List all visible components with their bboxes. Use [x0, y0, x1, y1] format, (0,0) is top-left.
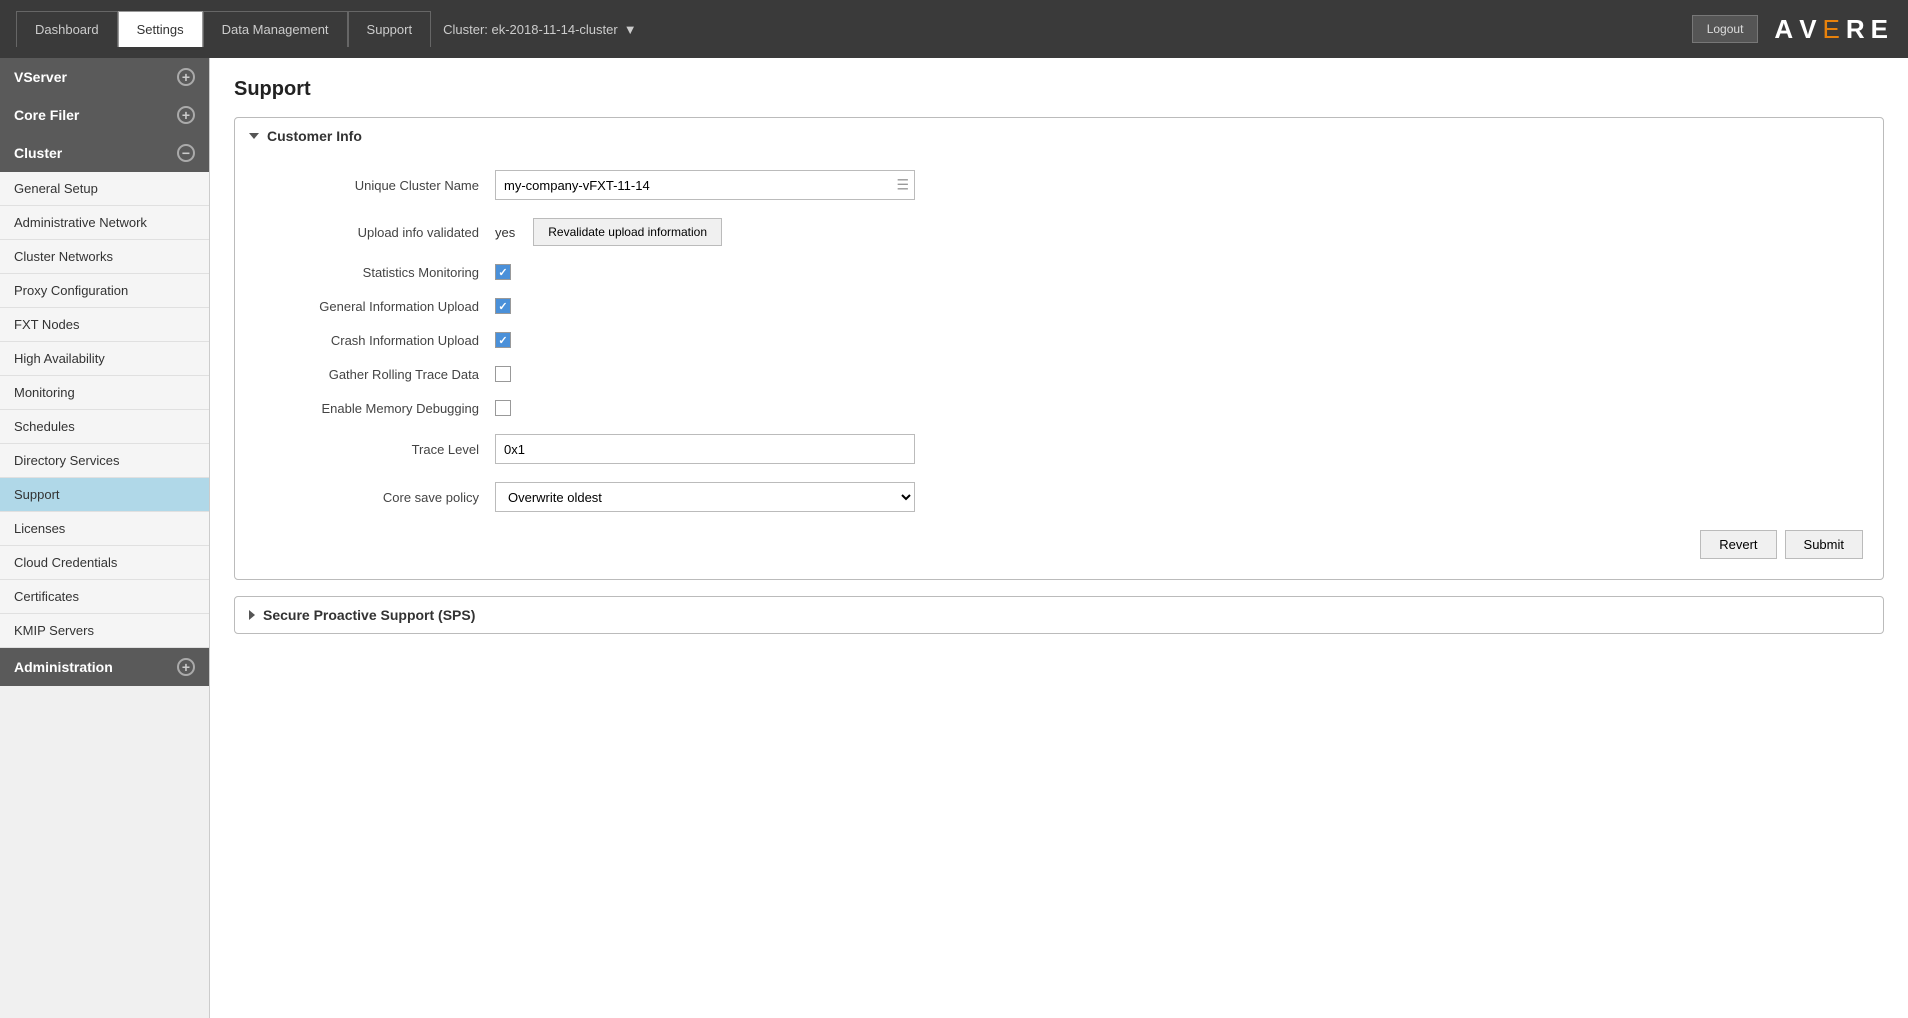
gather-rolling-trace-control: [495, 366, 511, 382]
sidebar-item-high-availability[interactable]: High Availability: [0, 342, 209, 376]
core-filer-label: Core Filer: [14, 107, 79, 123]
administration-label: Administration: [14, 659, 113, 675]
sidebar: VServer + Core Filer + Cluster − General…: [0, 58, 210, 1018]
tab-support[interactable]: Support: [348, 11, 432, 47]
list-icon: ☰: [896, 177, 909, 194]
topbar-right: Logout AVERE: [1692, 14, 1892, 45]
enable-memory-debug-row: Enable Memory Debugging: [255, 400, 1863, 416]
customer-info-body: Unique Cluster Name ☰ Upload info valida…: [235, 154, 1883, 579]
sidebar-section-core-filer[interactable]: Core Filer +: [0, 96, 209, 134]
sps-header[interactable]: Secure Proactive Support (SPS): [235, 597, 1883, 633]
customer-info-triangle: [249, 133, 259, 139]
core-save-policy-select[interactable]: Overwrite oldest Keep newest Never overw…: [495, 482, 915, 512]
tab-settings[interactable]: Settings: [118, 11, 203, 47]
sidebar-item-fxt-nodes[interactable]: FXT Nodes: [0, 308, 209, 342]
customer-info-header[interactable]: Customer Info: [235, 118, 1883, 154]
sidebar-item-support[interactable]: Support: [0, 478, 209, 512]
sidebar-item-cluster-networks[interactable]: Cluster Networks: [0, 240, 209, 274]
unique-cluster-name-row: Unique Cluster Name ☰: [255, 170, 1863, 200]
upload-info-row: Upload info validated yes Revalidate upl…: [255, 218, 1863, 246]
statistics-monitoring-row: Statistics Monitoring: [255, 264, 1863, 280]
vserver-label: VServer: [14, 69, 67, 85]
sidebar-item-certificates[interactable]: Certificates: [0, 580, 209, 614]
customer-info-title: Customer Info: [267, 128, 362, 144]
sidebar-item-general-setup[interactable]: General Setup: [0, 172, 209, 206]
sps-title: Secure Proactive Support (SPS): [263, 607, 475, 623]
crash-info-upload-row: Crash Information Upload: [255, 332, 1863, 348]
trace-level-row: Trace Level: [255, 434, 1863, 464]
trace-level-label: Trace Level: [255, 442, 495, 457]
content-area: Support Customer Info Unique Cluster Nam…: [210, 58, 1908, 1018]
sidebar-item-administrative-network[interactable]: Administrative Network: [0, 206, 209, 240]
general-info-upload-checkbox[interactable]: [495, 298, 511, 314]
tab-data-management[interactable]: Data Management: [203, 11, 348, 47]
crash-info-upload-label: Crash Information Upload: [255, 333, 495, 348]
enable-memory-debug-control: [495, 400, 511, 416]
revert-button[interactable]: Revert: [1700, 530, 1776, 559]
upload-info-label: Upload info validated: [255, 225, 495, 240]
statistics-monitoring-label: Statistics Monitoring: [255, 265, 495, 280]
core-filer-plus-icon: +: [177, 106, 195, 124]
unique-cluster-name-input-wrapper: ☰: [495, 170, 915, 200]
sidebar-item-proxy-configuration[interactable]: Proxy Configuration: [0, 274, 209, 308]
sidebar-section-cluster[interactable]: Cluster −: [0, 134, 209, 172]
trace-level-control: [495, 434, 915, 464]
administration-plus-icon: +: [177, 658, 195, 676]
crash-info-upload-control: [495, 332, 511, 348]
core-save-policy-label: Core save policy: [255, 490, 495, 505]
chevron-down-icon: ▼: [624, 22, 637, 37]
sidebar-item-schedules[interactable]: Schedules: [0, 410, 209, 444]
sidebar-item-kmip-servers[interactable]: KMIP Servers: [0, 614, 209, 648]
unique-cluster-name-control: ☰: [495, 170, 915, 200]
gather-rolling-trace-label: Gather Rolling Trace Data: [255, 367, 495, 382]
topbar: Dashboard Settings Data Management Suppo…: [0, 0, 1908, 58]
customer-info-panel: Customer Info Unique Cluster Name ☰ Uplo…: [234, 117, 1884, 580]
crash-info-upload-checkbox[interactable]: [495, 332, 511, 348]
statistics-monitoring-checkbox[interactable]: [495, 264, 511, 280]
statistics-monitoring-control: [495, 264, 511, 280]
sidebar-item-monitoring[interactable]: Monitoring: [0, 376, 209, 410]
sps-panel: Secure Proactive Support (SPS): [234, 596, 1884, 634]
trace-level-input[interactable]: [495, 434, 915, 464]
cluster-selector[interactable]: Cluster: ek-2018-11-14-cluster ▼: [431, 14, 649, 45]
cluster-label: Cluster: ek-2018-11-14-cluster: [443, 22, 618, 37]
revalidate-button[interactable]: Revalidate upload information: [533, 218, 722, 246]
logout-button[interactable]: Logout: [1692, 15, 1759, 43]
vserver-plus-icon: +: [177, 68, 195, 86]
core-save-policy-control: Overwrite oldest Keep newest Never overw…: [495, 482, 915, 512]
cluster-minus-icon: −: [177, 144, 195, 162]
avere-logo: AVERE: [1774, 14, 1892, 45]
sidebar-item-cloud-credentials[interactable]: Cloud Credentials: [0, 546, 209, 580]
sidebar-section-vserver[interactable]: VServer +: [0, 58, 209, 96]
sidebar-item-licenses[interactable]: Licenses: [0, 512, 209, 546]
general-info-upload-row: General Information Upload: [255, 298, 1863, 314]
submit-button[interactable]: Submit: [1785, 530, 1863, 559]
upload-info-control: yes Revalidate upload information: [495, 218, 722, 246]
general-info-upload-label: General Information Upload: [255, 299, 495, 314]
page-title: Support: [234, 78, 1884, 101]
tab-dashboard[interactable]: Dashboard: [16, 11, 118, 47]
enable-memory-debug-label: Enable Memory Debugging: [255, 401, 495, 416]
unique-cluster-name-label: Unique Cluster Name: [255, 178, 495, 193]
gather-rolling-trace-row: Gather Rolling Trace Data: [255, 366, 1863, 382]
cluster-section-label: Cluster: [14, 145, 62, 161]
form-button-row: Revert Submit: [255, 530, 1863, 559]
sidebar-section-administration[interactable]: Administration +: [0, 648, 209, 686]
sps-triangle: [249, 610, 255, 620]
core-save-policy-row: Core save policy Overwrite oldest Keep n…: [255, 482, 1863, 512]
enable-memory-debug-checkbox[interactable]: [495, 400, 511, 416]
upload-info-value: yes: [495, 225, 515, 240]
general-info-upload-control: [495, 298, 511, 314]
main-layout: VServer + Core Filer + Cluster − General…: [0, 58, 1908, 1018]
topbar-nav: Dashboard Settings Data Management Suppo…: [16, 11, 649, 47]
sidebar-item-directory-services[interactable]: Directory Services: [0, 444, 209, 478]
gather-rolling-trace-checkbox[interactable]: [495, 366, 511, 382]
unique-cluster-name-input[interactable]: [495, 170, 915, 200]
